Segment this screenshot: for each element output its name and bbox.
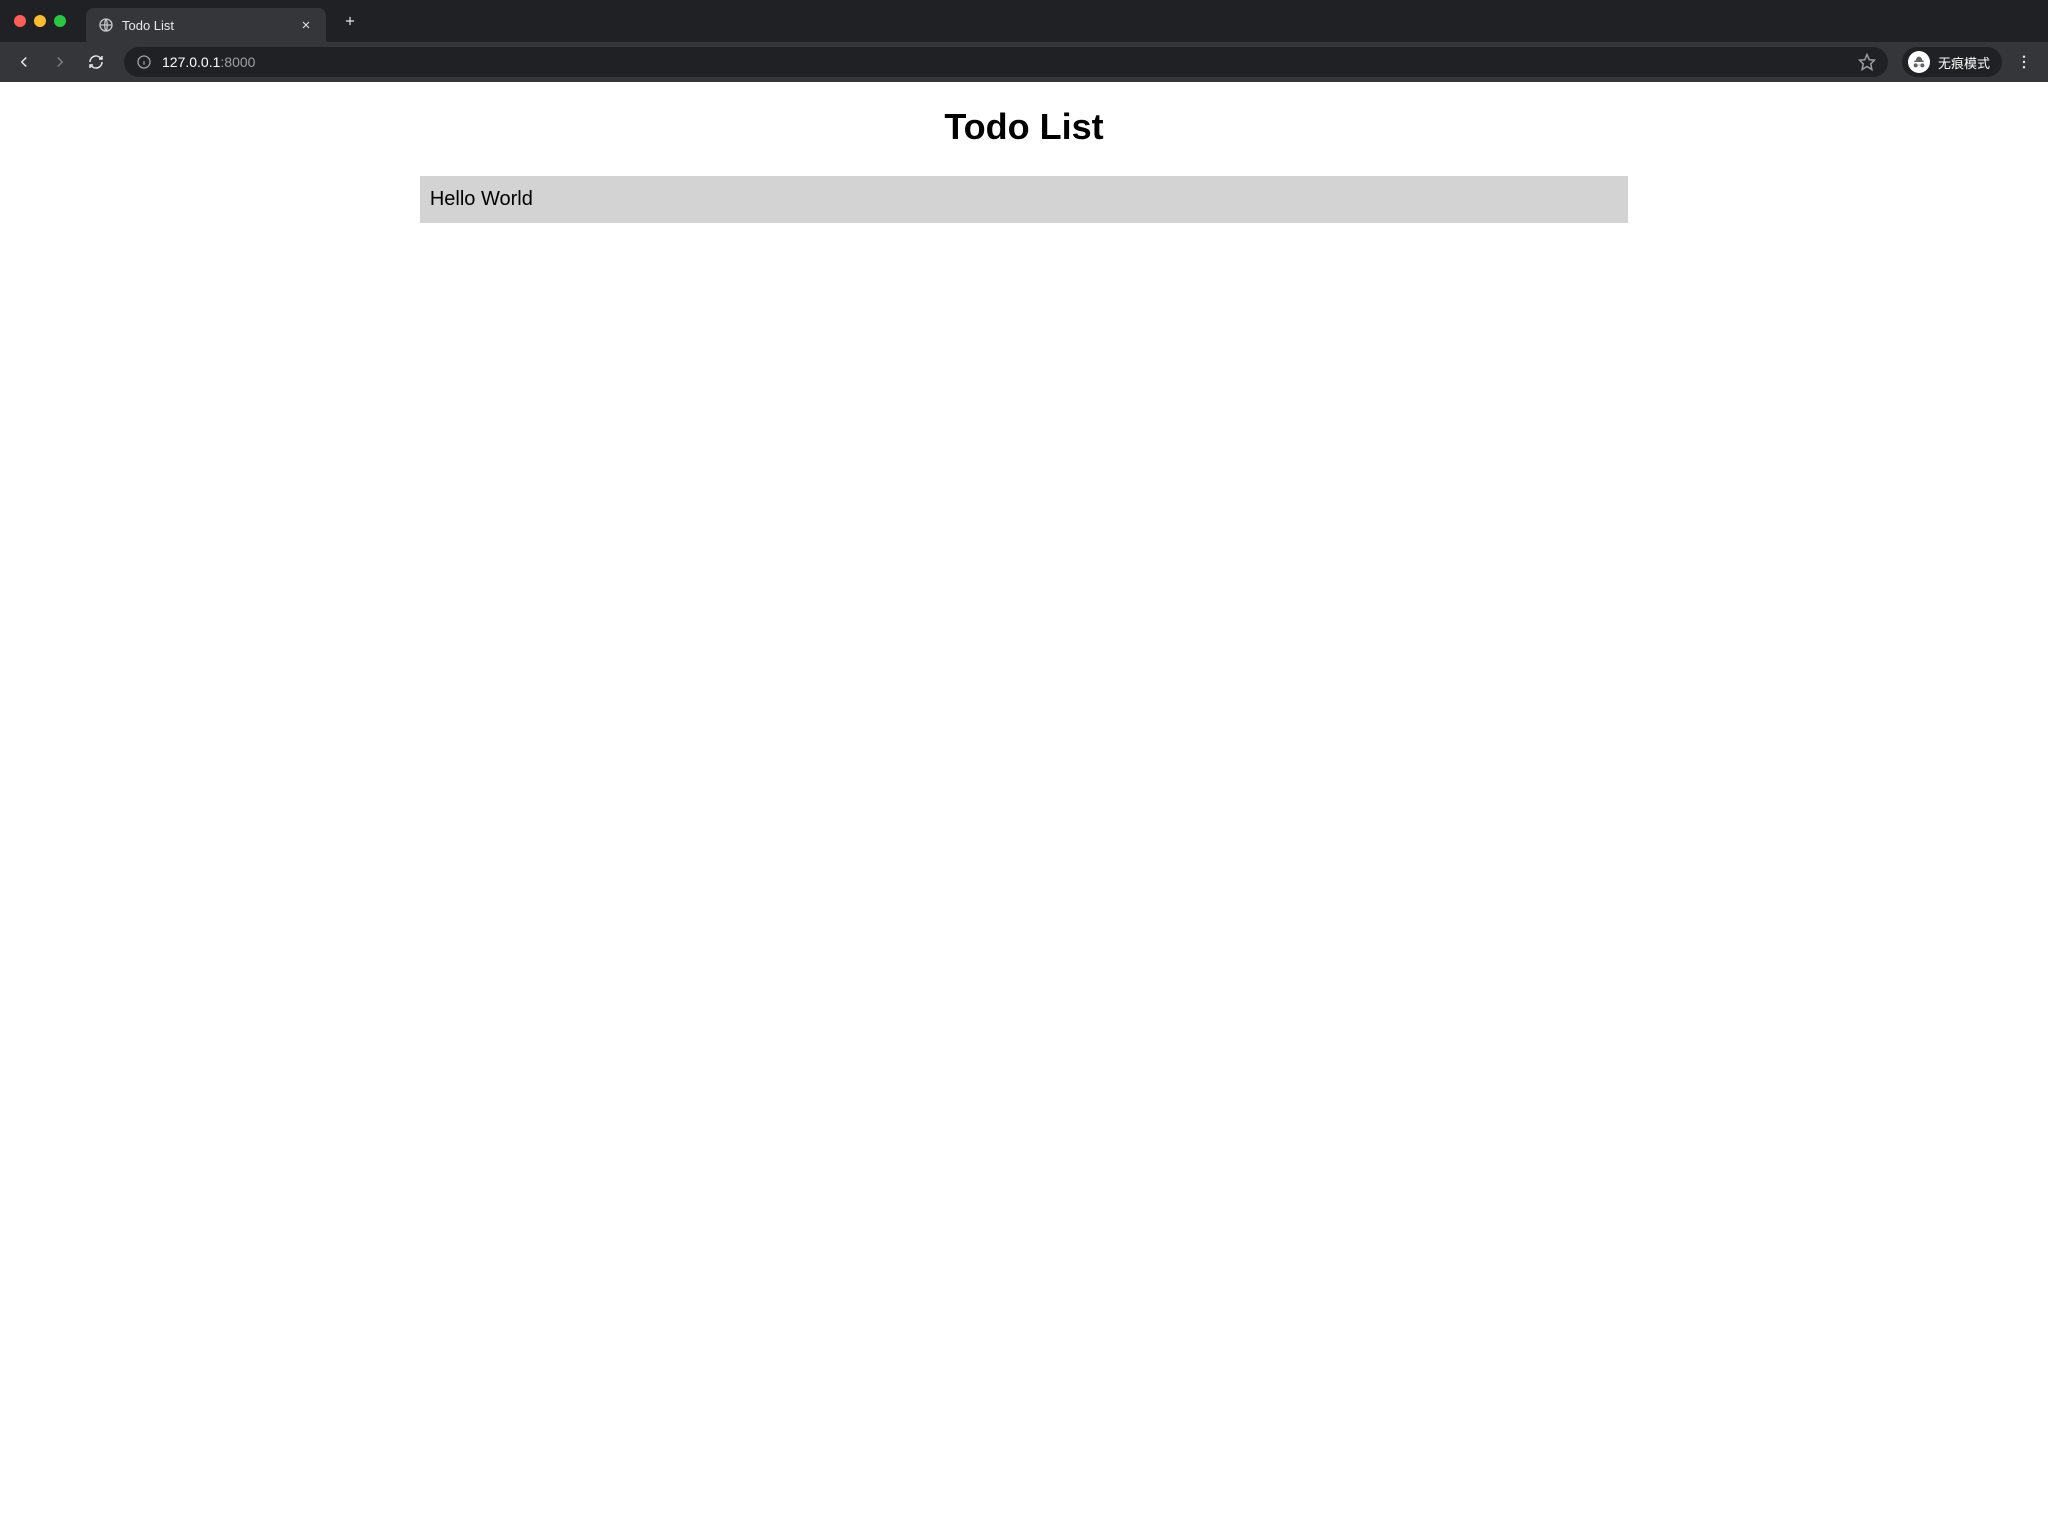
url-port: :8000 xyxy=(220,54,255,70)
url-host: 127.0.0.1 xyxy=(162,54,220,70)
window-close-button[interactable] xyxy=(14,15,26,27)
back-button[interactable] xyxy=(10,48,38,76)
incognito-label: 无痕模式 xyxy=(1938,53,1990,72)
browser-tab[interactable]: Todo List xyxy=(86,8,326,42)
todo-list: Hello World xyxy=(420,176,1628,223)
window-minimize-button[interactable] xyxy=(34,15,46,27)
forward-button[interactable] xyxy=(46,48,74,76)
browser-chrome: Todo List xyxy=(0,0,2048,82)
todo-item: Hello World xyxy=(420,176,1628,223)
page-content: Todo List Hello World xyxy=(0,82,2048,239)
site-info-icon[interactable] xyxy=(136,54,152,70)
incognito-chip[interactable]: 无痕模式 xyxy=(1902,47,2002,77)
window-controls xyxy=(8,15,74,27)
globe-icon xyxy=(98,17,114,33)
url-text: 127.0.0.1:8000 xyxy=(162,54,1848,70)
address-bar[interactable]: 127.0.0.1:8000 xyxy=(124,47,1888,77)
tab-title: Todo List xyxy=(122,18,290,33)
bookmark-star-icon[interactable] xyxy=(1858,53,1876,71)
page-title: Todo List xyxy=(0,106,2048,148)
close-icon[interactable] xyxy=(298,17,314,33)
new-tab-button[interactable] xyxy=(336,7,364,35)
tab-bar: Todo List xyxy=(0,0,2048,42)
incognito-icon xyxy=(1908,51,1930,73)
reload-button[interactable] xyxy=(82,48,110,76)
browser-menu-button[interactable] xyxy=(2010,48,2038,76)
browser-toolbar: 127.0.0.1:8000 无痕模式 xyxy=(0,42,2048,82)
window-maximize-button[interactable] xyxy=(54,15,66,27)
